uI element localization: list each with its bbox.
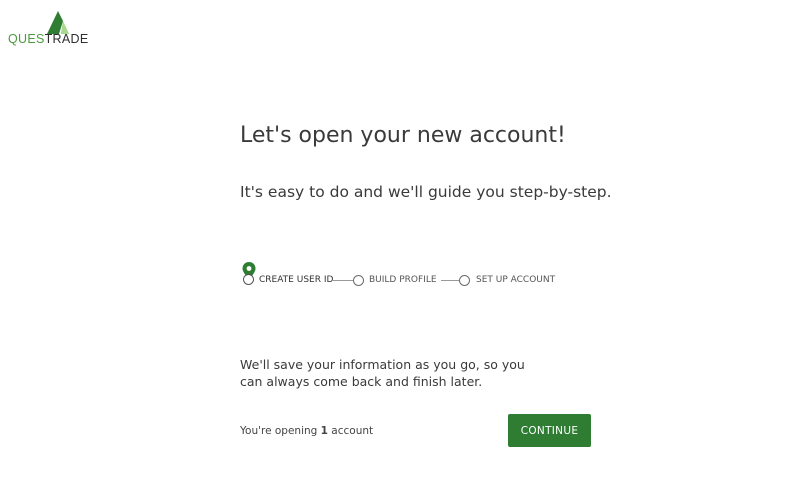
step-1-label: CREATE USER ID	[259, 275, 334, 285]
logo-wordmark: QUESTRADE	[8, 32, 89, 46]
step-2-indicator	[353, 275, 364, 286]
logo-wordmark-part2: TRADE	[44, 32, 89, 46]
step-3-indicator	[459, 275, 470, 286]
mountain-logo-icon	[47, 11, 69, 34]
page: QUESTRADE Let's open your new account! I…	[0, 0, 800, 490]
step-connector	[441, 280, 460, 281]
save-progress-note-line1: We'll save your information as you go, s…	[240, 357, 525, 372]
progress-steps: CREATE USER ID BUILD PROFILE SET UP ACCO…	[240, 262, 580, 294]
step-1-indicator	[243, 274, 254, 285]
page-title: Let's open your new account!	[240, 123, 566, 148]
account-count-prefix: You're opening	[240, 425, 321, 437]
step-2-label: BUILD PROFILE	[369, 275, 437, 285]
account-count-number: 1	[320, 425, 328, 437]
step-connector	[332, 280, 354, 281]
save-progress-note: We'll save your information as you go, s…	[240, 356, 540, 390]
page-subtitle: It's easy to do and we'll guide you step…	[240, 183, 612, 201]
account-count-text: You're opening 1 account	[240, 425, 373, 437]
questrade-logo[interactable]: QUESTRADE	[8, 8, 108, 48]
account-count-suffix: account	[327, 425, 374, 437]
step-3-label: SET UP ACCOUNT	[476, 275, 556, 285]
save-progress-note-line2: can always come back and finish later.	[240, 374, 483, 389]
continue-button[interactable]: CONTINUE	[508, 414, 591, 447]
logo-wordmark-part1: QUES	[8, 32, 45, 46]
